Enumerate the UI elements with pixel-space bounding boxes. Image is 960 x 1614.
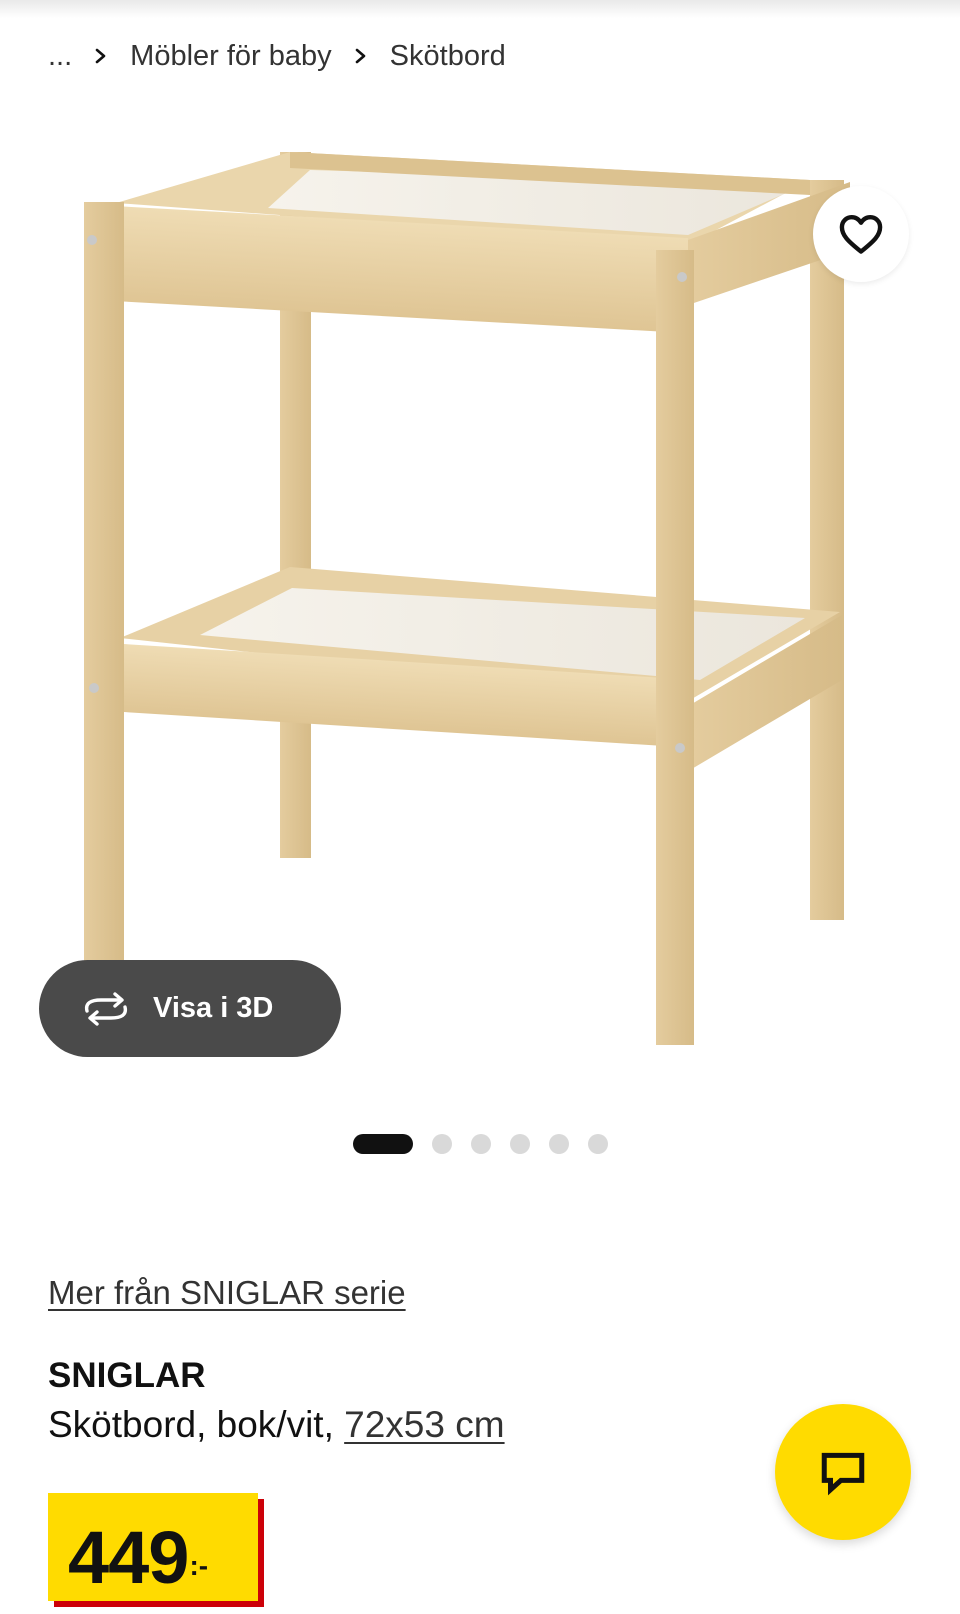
carousel-dot-active[interactable]	[353, 1134, 413, 1154]
chevron-right-icon	[332, 48, 390, 64]
price-value: 449	[68, 1516, 189, 1599]
chat-button[interactable]	[775, 1404, 911, 1540]
price-currency-suffix: :-	[189, 1550, 209, 1581]
product-image[interactable]	[60, 140, 940, 1080]
carousel-dot[interactable]	[432, 1134, 452, 1154]
product-type: Skötbord, bok/vit,	[48, 1404, 345, 1445]
view-in-3d-button[interactable]: Visa i 3D	[39, 960, 341, 1057]
series-link[interactable]: Mer från SNIGLAR serie	[48, 1274, 406, 1312]
rotate-3d-icon	[84, 991, 128, 1026]
breadcrumb-item-changing-table[interactable]: Skötbord	[390, 40, 506, 73]
breadcrumb: ... Möbler för baby Skötbord	[48, 36, 506, 76]
view-in-3d-label: Visa i 3D	[153, 992, 274, 1024]
product-size-link[interactable]: 72x53 cm	[344, 1404, 504, 1445]
image-carousel-indicator	[353, 1134, 627, 1154]
carousel-dot[interactable]	[588, 1134, 608, 1154]
top-bar-shadow	[0, 0, 960, 18]
carousel-dot[interactable]	[471, 1134, 491, 1154]
product-description: Skötbord, bok/vit, 72x53 cm	[48, 1404, 505, 1446]
chat-icon	[821, 1452, 865, 1496]
chevron-right-icon	[72, 48, 130, 64]
carousel-dot[interactable]	[549, 1134, 569, 1154]
heart-icon	[839, 215, 883, 254]
favorite-button[interactable]	[813, 186, 909, 282]
breadcrumb-ellipsis[interactable]: ...	[48, 40, 72, 73]
price-tag: 449 :-	[48, 1493, 258, 1601]
carousel-dot[interactable]	[510, 1134, 530, 1154]
product-name: SNIGLAR	[48, 1356, 206, 1395]
breadcrumb-item-baby-furniture[interactable]: Möbler för baby	[130, 40, 332, 73]
